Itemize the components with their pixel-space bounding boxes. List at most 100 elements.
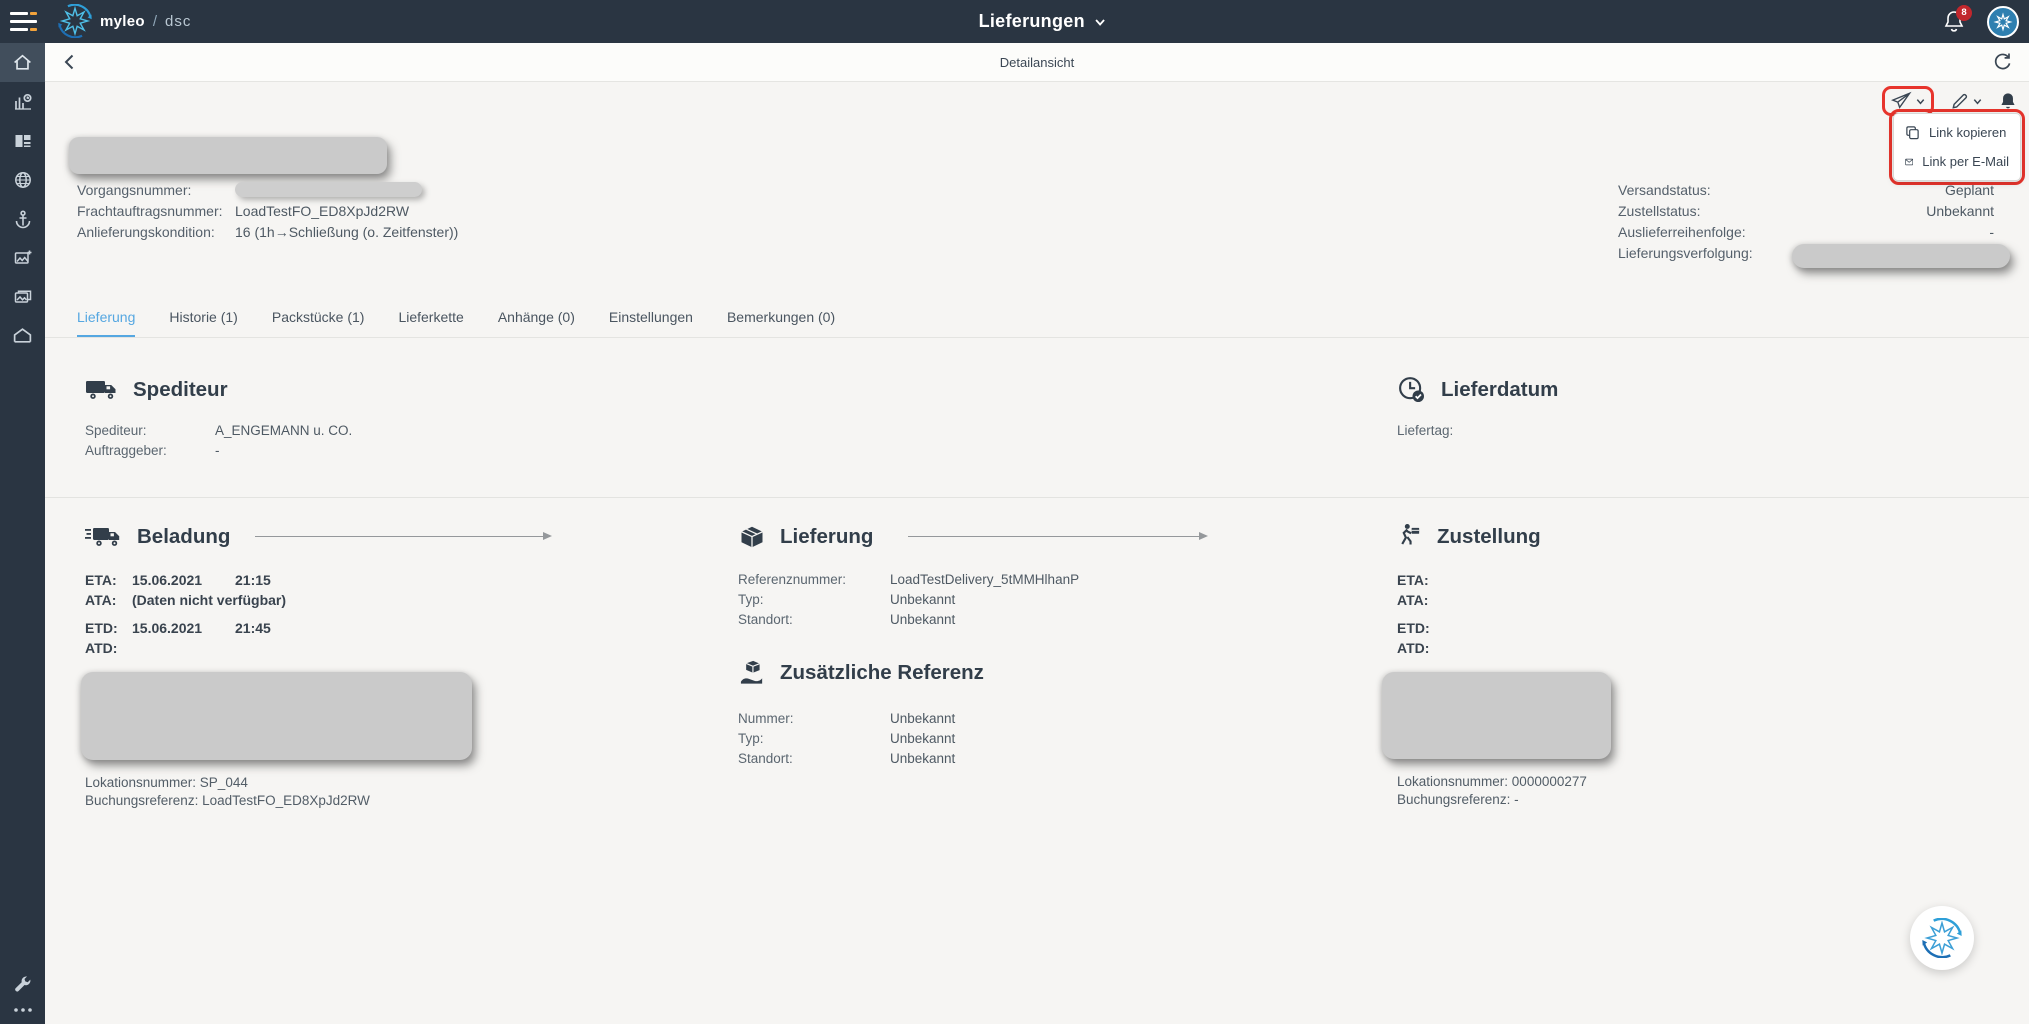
info-row-zustellstatus: Zustellstatus: Unbekannt: [1618, 200, 1994, 221]
sidebar-item-home[interactable]: [0, 43, 45, 82]
share-button[interactable]: [1890, 91, 1926, 111]
sidebar-item-analytics[interactable]: [0, 82, 45, 121]
field-row: Typ: Unbekannt: [738, 590, 1218, 610]
time-row-atd: ATD:: [85, 638, 521, 658]
time-label: ATA:: [85, 592, 117, 608]
home-icon: [14, 54, 31, 70]
section-lieferdatum: Lieferdatum Liefertag:: [1397, 373, 1697, 441]
image-add-icon: [14, 250, 31, 264]
redaction-blob-zustellung: [1382, 672, 1611, 759]
tab-lieferkette[interactable]: Lieferkette: [398, 296, 463, 337]
menu-item-link-kopieren[interactable]: Link kopieren: [1894, 118, 2020, 147]
menu-item-link-email[interactable]: Link per E-Mail: [1894, 147, 2020, 176]
hamburger-icon[interactable]: [10, 11, 37, 32]
tab-anhaenge[interactable]: Anhänge (0): [498, 296, 575, 337]
sidebar-item-gallery[interactable]: [0, 277, 45, 316]
sidebar-item-warehouse[interactable]: [0, 316, 45, 355]
page-title-dropdown[interactable]: Lieferungen: [979, 0, 1107, 43]
field-label: Referenznummer:: [738, 572, 847, 587]
time-row-etd: ETD:: [1397, 618, 1837, 638]
app-root: myleo / dsc Lieferungen 8 Detailansicht …: [0, 0, 2029, 1024]
email-icon: [1905, 158, 1914, 165]
package-hand-icon: [740, 660, 763, 684]
tab-historie[interactable]: Historie (1): [169, 296, 237, 337]
analytics-clock-icon: [14, 93, 32, 110]
tab-einstellungen[interactable]: Einstellungen: [609, 296, 693, 337]
sidebar-item-boards[interactable]: [0, 121, 45, 160]
page-title: Lieferungen: [978, 11, 1085, 31]
bell-icon: [2001, 93, 2015, 109]
redaction-blob-vorgangsnummer: [235, 182, 422, 197]
time-label: ATD:: [1397, 640, 1430, 656]
buchungsreferenz: Buchungsreferenz: LoadTestFO_ED8XpJd2RW: [85, 793, 370, 808]
brand-product: dsc: [165, 12, 192, 30]
section-title: Beladung: [137, 525, 231, 548]
topbar: myleo / dsc Lieferungen 8: [0, 0, 2029, 43]
sidebar-item-tools[interactable]: [13, 974, 33, 994]
info-value: 16 (1h→Schließung (o. Zeitfenster)): [235, 223, 459, 240]
tabbar: Lieferung Historie (1) Packstücke (1) Li…: [45, 296, 2029, 338]
tab-packstuecke[interactable]: Packstücke (1): [272, 296, 365, 337]
buchungsreferenz: Buchungsreferenz: -: [1397, 792, 1519, 807]
info-value: LoadTestFO_ED8XpJd2RW: [235, 202, 410, 219]
time-label: ETD:: [1397, 620, 1430, 636]
menu-item-label: Link per E-Mail: [1922, 154, 2009, 169]
sidebar-item-anchor[interactable]: [0, 199, 45, 238]
info-row-vorgangsnummer: Vorgangsnummer:: [77, 179, 458, 200]
brand-name: myleo: [100, 12, 145, 30]
notification-badge: 8: [1956, 4, 1972, 21]
notifications-bell-icon[interactable]: 8: [1943, 4, 1972, 35]
section-title: Zusätzliche Referenz: [780, 661, 984, 684]
field-label: Typ:: [738, 731, 764, 746]
edit-button[interactable]: [1950, 92, 1983, 111]
field-value: LoadTestDelivery_5tMMHlhanP: [890, 572, 1080, 587]
field-label: Typ:: [738, 592, 764, 607]
sidebar-item-more[interactable]: [12, 1006, 34, 1014]
boards-icon: [15, 134, 30, 147]
info-row-auslieferreihenfolge: Auslieferreihenfolge: -: [1618, 221, 1994, 242]
field-label: Liefertag:: [1397, 423, 1454, 438]
view-title: Detailansicht: [999, 55, 1075, 70]
chevron-down-icon: [1093, 15, 1107, 29]
status-value: Unbekannt: [1926, 202, 1994, 219]
clock-check-icon: [1399, 377, 1424, 402]
field-label: Spediteur:: [85, 423, 147, 438]
field-row: Typ: Unbekannt: [738, 729, 1218, 749]
time-row-eta: ETA:: [1397, 570, 1837, 590]
section-title: Zustellung: [1437, 525, 1541, 548]
field-value: Unbekannt: [890, 592, 956, 607]
field-row: Liefertag:: [1397, 421, 1697, 441]
sidebar-bottom: [0, 974, 45, 1014]
field-value: Unbekannt: [890, 731, 956, 746]
warehouse-icon: [13, 328, 32, 343]
header-info-left: Vorgangsnummer: Frachtauftragsnummer: Lo…: [77, 179, 458, 242]
subscribe-bell-button[interactable]: [1999, 91, 2017, 111]
ellipsis-icon: [13, 1008, 32, 1012]
info-label: Lieferungsverfolgung:: [1618, 244, 1753, 261]
info-label: Anlieferungskondition:: [77, 223, 215, 240]
sidebar-item-globe[interactable]: [0, 160, 45, 199]
brand-logo-icon: [58, 4, 92, 38]
tab-bemerkungen[interactable]: Bemerkungen (0): [727, 296, 835, 337]
info-label: Vorgangsnummer:: [77, 181, 192, 198]
section-divider: [45, 497, 2029, 498]
time-date: 15.06.2021: [132, 572, 203, 588]
time-row-eta: ETA: 15.06.2021 21:15: [85, 570, 521, 590]
section-spediteur: Spediteur Spediteur: A_ENGEMANN u. CO. A…: [85, 373, 505, 461]
info-row-anlieferungskondition: Anlieferungskondition: 16 (1h→Schließung…: [77, 221, 458, 242]
user-avatar[interactable]: [1987, 5, 2019, 38]
brand-logo[interactable]: myleo / dsc: [58, 4, 191, 38]
package-icon: [741, 526, 763, 548]
brand-separator: /: [152, 12, 158, 30]
chevron-down-icon: [1916, 98, 1925, 104]
status-value: -: [1989, 223, 1994, 240]
copy-icon: [1906, 126, 1919, 140]
section-lieferung: Lieferung Referenznummer: LoadTestDelive…: [738, 520, 1218, 769]
assistant-fab-button[interactable]: [1910, 906, 1974, 970]
chevron-down-icon: [1973, 98, 1982, 104]
refresh-button[interactable]: [1992, 51, 2015, 74]
topbar-right: 8: [1943, 0, 2019, 43]
lokationsnummer: Lokationsnummer: SP_044: [85, 775, 248, 790]
sidebar-item-image-add[interactable]: [0, 238, 45, 277]
tab-lieferung[interactable]: Lieferung: [77, 296, 136, 337]
